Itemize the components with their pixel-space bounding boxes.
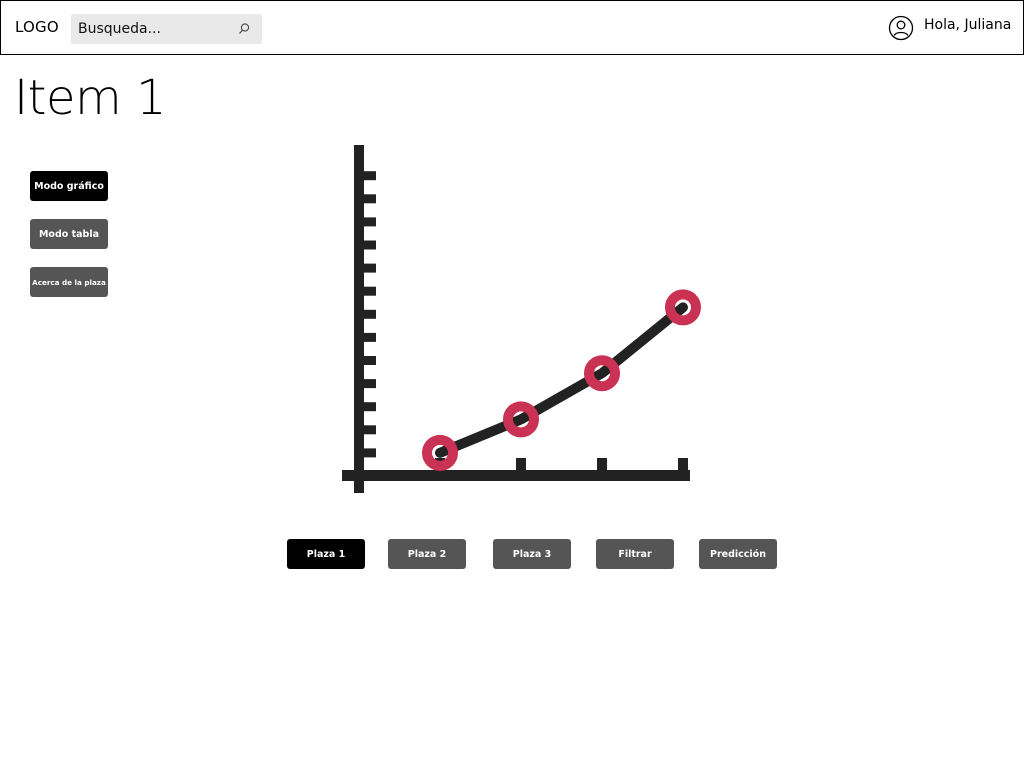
y-axis-tick: [364, 448, 376, 458]
user-avatar-icon[interactable]: [888, 15, 914, 41]
about-plaza-button[interactable]: Acerca de la plaza: [30, 267, 108, 297]
graphic-mode-button[interactable]: Modo gráfico: [30, 171, 108, 201]
x-axis-tick: [597, 458, 607, 470]
y-axis-tick: [364, 217, 376, 227]
search-input[interactable]: [71, 14, 231, 44]
series-line: [435, 302, 688, 458]
x-axis-tick: [516, 458, 526, 470]
y-axis-tick: [364, 240, 376, 250]
filter-button[interactable]: Filtrar: [596, 539, 674, 569]
y-axis-tick: [364, 286, 376, 296]
y-axis-tick: [364, 332, 376, 342]
y-axis-tick: [364, 194, 376, 204]
page-title: Item 1: [14, 70, 167, 126]
y-axis-tick: [364, 402, 376, 412]
search-box[interactable]: [71, 14, 262, 44]
line-chart: [342, 145, 701, 493]
top-bar: LOGO Hola, Juliana: [0, 0, 1024, 55]
tab-plaza-2[interactable]: Plaza 2: [388, 539, 466, 569]
y-axis-tick: [364, 425, 376, 435]
logo[interactable]: LOGO: [15, 18, 59, 36]
search-icon[interactable]: [237, 22, 251, 36]
tab-plaza-3[interactable]: Plaza 3: [493, 539, 571, 569]
y-axis-tick: [364, 379, 376, 389]
tab-plaza-1[interactable]: Plaza 1: [287, 539, 365, 569]
y-axis-tick: [364, 309, 376, 319]
user-greeting: Hola, Juliana: [924, 17, 1012, 33]
x-axis-tick: [678, 458, 688, 470]
user-menu[interactable]: Hola, Juliana: [888, 15, 1011, 41]
table-mode-button[interactable]: Modo tabla: [30, 219, 108, 249]
y-axis: [354, 145, 364, 493]
y-axis-tick: [364, 171, 376, 181]
prediction-button[interactable]: Predicción: [699, 539, 777, 569]
y-axis-tick: [364, 356, 376, 365]
x-axis: [342, 470, 690, 481]
y-axis-tick: [364, 263, 376, 273]
